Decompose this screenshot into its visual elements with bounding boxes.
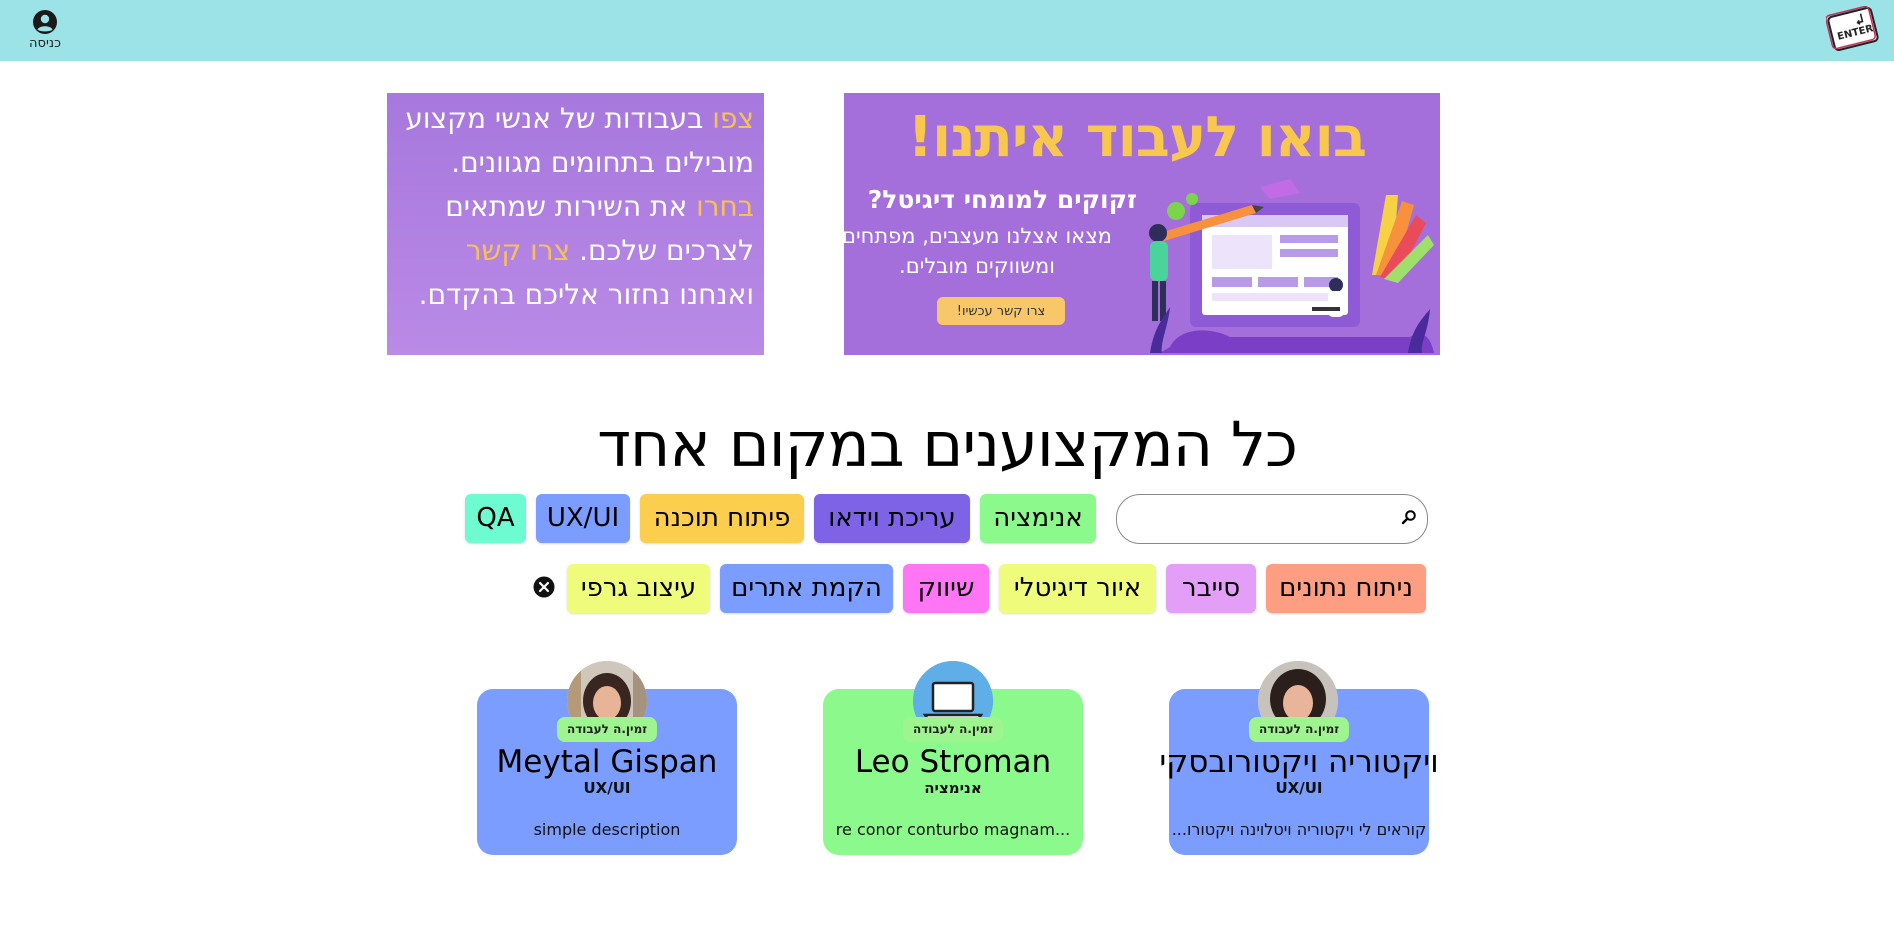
category-chip-qa[interactable]: QA (465, 494, 526, 543)
highlight-watch: צפו (712, 102, 754, 135)
availability-badge: זמין.ה לעבודה (1248, 717, 1350, 742)
banner-headline: בואו לעבוד איתנו! (907, 105, 1367, 170)
highlight-contact: צרו קשר (465, 234, 571, 267)
card-description: simple description (533, 820, 681, 839)
category-chip-data-analysis[interactable]: ניתוח נתונים (1266, 564, 1426, 613)
contact-now-button[interactable]: צרו קשר עכשיו! (937, 297, 1065, 325)
top-navbar: כניסה ENTER (0, 0, 1894, 61)
enter-logo[interactable]: ENTER (1825, 3, 1880, 55)
card-role: UX/UI (583, 779, 631, 797)
category-chip-animation[interactable]: אנימציה (980, 494, 1096, 543)
card-name: Meytal Gispan (496, 744, 718, 780)
banner-subheadline: זקוקים למומחי דיגיטל? (867, 185, 1137, 214)
category-chip-video-editing[interactable]: עריכת וידאו (814, 494, 970, 543)
info-text-1: בעבודות של אנשי מקצוע מובילים בתחומים מג… (405, 102, 754, 179)
page-title: כל המקצוענים במקום אחד (597, 408, 1298, 481)
card-name: Leo Stroman (854, 744, 1052, 780)
clear-filter-icon[interactable] (533, 576, 555, 598)
category-chip-marketing[interactable]: שיווק (903, 564, 989, 613)
recruit-banner: בואו לעבוד איתנו! זקוקים למומחי דיגיטל? … (844, 93, 1440, 355)
info-text-3: ואנחנו נחזור אליכם בהקדם. (418, 278, 754, 311)
search-input[interactable] (1133, 503, 1387, 535)
banner-description: מצאו אצלנו מעצבים, מפתחים ומשווקים מובלי… (844, 224, 1112, 278)
info-paragraph: צפו בעבודות של אנשי מקצוע מובילים בתחומי… (394, 97, 754, 317)
availability-badge: זמין.ה לעבודה (556, 717, 658, 742)
card-description: ...re conor conturbo magnam (835, 820, 1071, 839)
category-chip-digital-illustration[interactable]: איור דיגיטלי (999, 564, 1156, 613)
login-button[interactable]: כניסה (24, 9, 66, 51)
search-box[interactable] (1116, 494, 1428, 544)
highlight-choose: בחרו (696, 190, 754, 223)
category-chip-ux-ui[interactable]: UX/UI (536, 494, 630, 543)
login-label: כניסה (29, 36, 61, 51)
category-chip-software-dev[interactable]: פיתוח תוכנה (640, 494, 804, 543)
card-role: אנימציה (924, 779, 982, 797)
user-account-icon (33, 10, 57, 34)
availability-badge: זמין.ה לעבודה (902, 717, 1004, 742)
search-icon[interactable] (1401, 509, 1417, 525)
card-role: UX/UI (1275, 779, 1323, 797)
info-banner: צפו בעבודות של אנשי מקצוע מובילים בתחומי… (387, 93, 764, 355)
design-workspace-illustration (1149, 179, 1434, 353)
category-chip-web-building[interactable]: הקמת אתרים (720, 564, 893, 613)
category-chip-cyber[interactable]: סייבר (1166, 564, 1256, 613)
card-description: קוראים לי ויקטוריה ויטלוינה ויקטורו... (1171, 820, 1427, 839)
category-chip-graphic-design[interactable]: עיצוב גרפי (567, 564, 710, 613)
card-name: ויקטוריה ויקטורובסקי (1159, 744, 1439, 780)
